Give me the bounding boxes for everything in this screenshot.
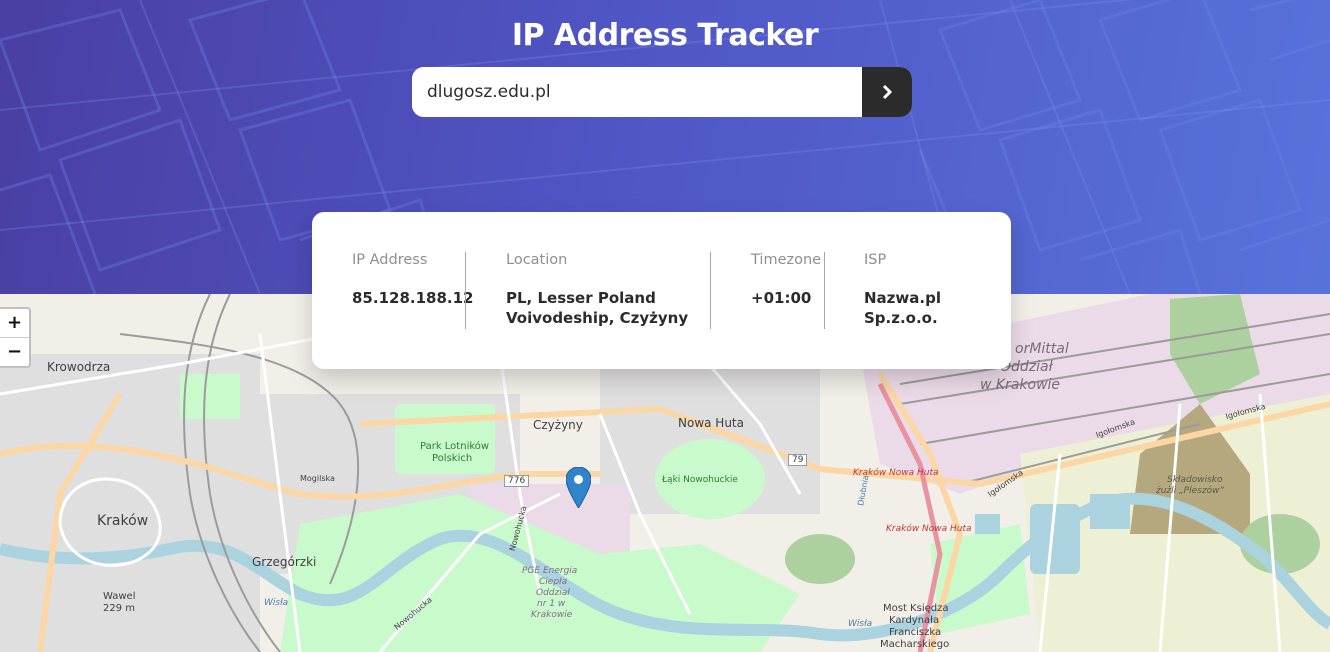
divider xyxy=(824,252,825,329)
map-label-most-3: Franciszka xyxy=(889,627,942,638)
map-label-krowodrza: Krowodrza xyxy=(47,360,111,374)
map-label-pge-5: Krakowie xyxy=(531,610,573,620)
map-label-wawel: Wawel xyxy=(103,591,136,602)
map-zoom-control: + − xyxy=(0,307,31,368)
map-label-most-1: Most Księdza xyxy=(883,603,949,614)
map-label-mogilska: Mogilska xyxy=(300,474,335,483)
divider xyxy=(465,252,466,329)
location-value-line1: PL, Lesser Poland xyxy=(506,289,656,307)
location-section: Location PL, Lesser Poland Voivodeship, … xyxy=(506,252,688,328)
map-label-road-776: 776 xyxy=(504,475,530,487)
map-label-most-2: Kardynała xyxy=(889,615,940,626)
map-label-pge-3: Oddział xyxy=(536,588,570,598)
location-value-line2: Voivodeship, Czyżyny xyxy=(506,309,689,327)
zoom-in-button[interactable]: + xyxy=(0,309,29,337)
map-label-pge-4: nr 1 w xyxy=(537,599,566,609)
divider xyxy=(710,252,711,329)
location-label: Location xyxy=(506,252,568,268)
ip-address-section: IP Address 85.128.188.12 xyxy=(352,252,473,308)
isp-value: Nazwa.pl Sp.z.o.o. xyxy=(864,289,941,327)
map-label-krakow: Kraków xyxy=(97,513,149,529)
app-root: IP Address Tracker IP Address 85.128.188… xyxy=(0,0,1330,652)
map-label-krakow-nowa-huta-2: Kraków Nowa Huta xyxy=(886,524,972,534)
map-label-arcelor-1: orMittal xyxy=(1015,341,1069,357)
timezone-value: +01:00 xyxy=(751,289,812,307)
timezone-section: Timezone +01:00 xyxy=(751,252,821,308)
map-label-skladowisko-1: Składowisko xyxy=(1167,475,1223,485)
map-label-czyzyny: Czyżyny xyxy=(533,418,583,432)
map-label-arcelor-3: w Krakowie xyxy=(980,377,1061,393)
map-label-pge-2: Ciepła xyxy=(539,577,568,587)
ip-address-label: IP Address xyxy=(352,252,428,268)
ip-info-card: IP Address 85.128.188.12 Location PL, Le… xyxy=(312,212,1011,369)
map-label-skladowisko-2: żużli „Pleszów” xyxy=(1156,486,1225,496)
chevron-right-icon xyxy=(882,85,892,99)
map-label-park-lotnikow: Park Lotników xyxy=(420,441,490,452)
map-label-grzegorzki: Grzegórzki xyxy=(252,555,317,569)
ip-domain-search-input[interactable] xyxy=(412,67,862,117)
isp-section: ISP Nazwa.pl Sp.z.o.o. xyxy=(864,252,1011,328)
map-pin-icon[interactable] xyxy=(566,467,591,508)
zoom-out-button[interactable]: − xyxy=(0,337,29,366)
map-label-wisla-1: Wisła xyxy=(264,598,289,608)
page-title: IP Address Tracker xyxy=(511,18,819,53)
search-submit-button[interactable] xyxy=(862,67,912,117)
map-label-laki-nowohuckie: Łąki Nowohuckie xyxy=(662,475,738,485)
timezone-label: Timezone xyxy=(751,252,822,268)
map-label-road-79: 79 xyxy=(788,454,808,466)
map-label-park-lotnikow-2: Polskich xyxy=(432,453,473,464)
map-label-wisla-2: Wisła xyxy=(848,619,873,629)
map-label-wawel-elevation: 229 m xyxy=(103,603,136,614)
map-label-most-4: Macharskiego xyxy=(880,639,950,650)
search-bar xyxy=(412,67,912,117)
isp-label: ISP xyxy=(864,252,887,268)
ip-address-value: 85.128.188.12 xyxy=(352,289,474,307)
map-label-nowa-huta: Nowa Huta xyxy=(678,416,744,430)
map-label-pge-1: PGE Energia xyxy=(522,566,578,576)
